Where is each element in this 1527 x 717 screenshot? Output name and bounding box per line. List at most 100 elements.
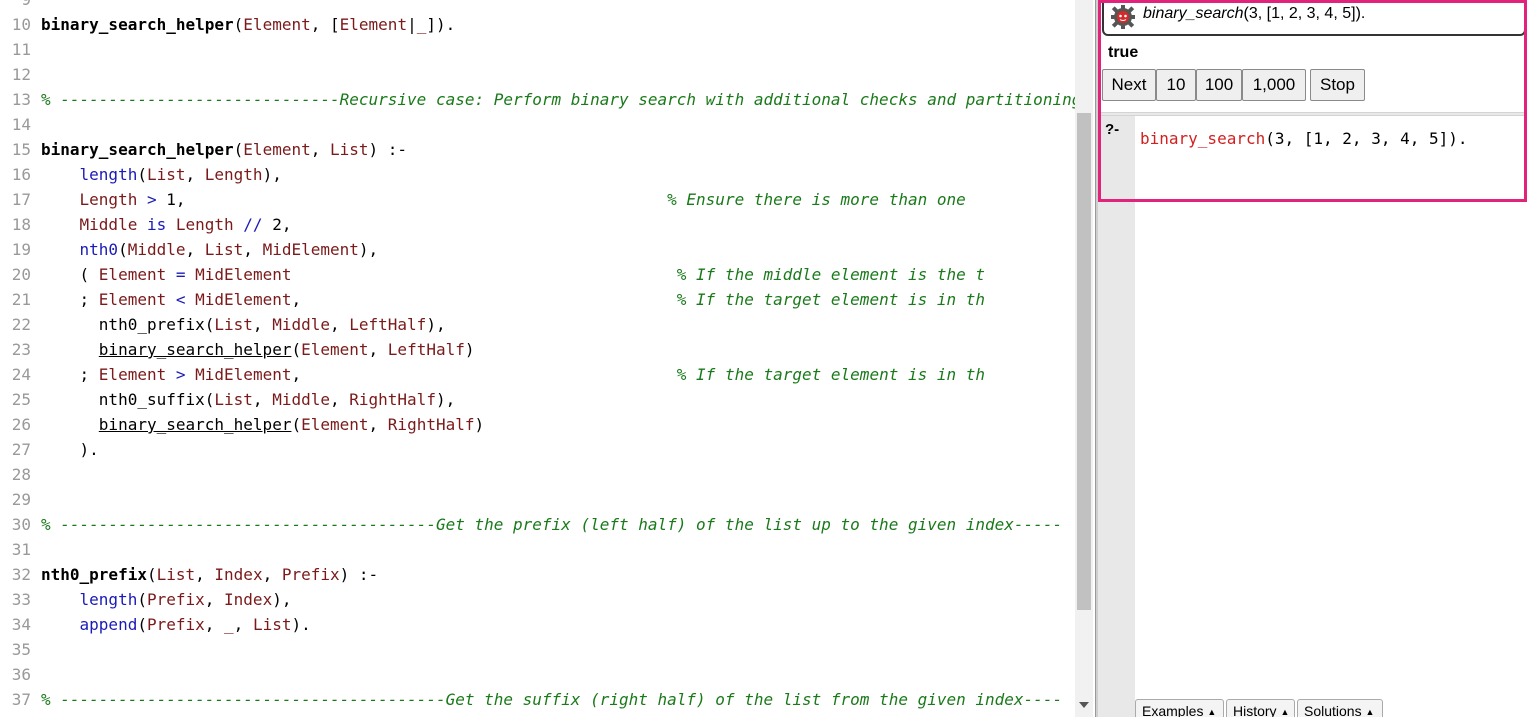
next-100-button[interactable]: 100 xyxy=(1196,69,1242,101)
scrollbar-thumb[interactable] xyxy=(1077,113,1091,610)
code-token: List xyxy=(146,165,186,184)
code-token: , xyxy=(204,615,225,634)
code-token: MidElement xyxy=(195,290,292,309)
gear-icon[interactable] xyxy=(1110,4,1136,30)
code-token: nth0_prefix xyxy=(41,565,147,584)
code-line[interactable]: 23 binary_search_helper(Element, LeftHal… xyxy=(0,337,1075,362)
code-line[interactable]: 11 xyxy=(0,37,1075,62)
code-token: List xyxy=(156,565,196,584)
line-number: 22 xyxy=(11,315,31,334)
caret-up-icon: ▲ xyxy=(1365,707,1375,717)
code-token: , xyxy=(368,415,388,434)
code-token: ) :- xyxy=(339,565,379,584)
code-line[interactable]: 24 ; Element > MidElement, % If the targ… xyxy=(0,362,1075,387)
line-number: 35 xyxy=(11,640,31,659)
code-line[interactable]: 30 % ------------------------------------… xyxy=(0,512,1075,537)
code-token: _ xyxy=(224,615,234,634)
code-link[interactable]: binary_search_helper xyxy=(99,415,292,434)
code-line[interactable]: 36 xyxy=(0,662,1075,687)
code-line[interactable]: 13 % -----------------------------Recursi… xyxy=(0,87,1075,112)
tab-examples[interactable]: Examples ▲ xyxy=(1135,699,1224,717)
code-token: ( xyxy=(291,340,302,359)
scroll-down-arrow-icon[interactable] xyxy=(1079,702,1089,708)
code-token: Middle xyxy=(79,215,138,234)
next-10-button[interactable]: 10 xyxy=(1156,69,1196,101)
code-token: > xyxy=(166,365,196,384)
code-line[interactable]: 37 % ------------------------------------… xyxy=(0,687,1075,712)
code-token: Element xyxy=(301,340,369,359)
code-line[interactable]: 25 nth0_suffix(List, Middle, RightHalf), xyxy=(0,387,1075,412)
code-token: append xyxy=(79,615,138,634)
code-text: % --------------------------------------… xyxy=(41,512,1062,537)
next-1000-button[interactable]: 1,000 xyxy=(1242,69,1306,101)
code-line[interactable]: 34 append(Prefix, _, List). xyxy=(0,612,1075,637)
code-link[interactable]: binary_search_helper xyxy=(99,340,292,359)
editor-scrollbar[interactable] xyxy=(1075,0,1093,717)
code-token: Index xyxy=(224,590,273,609)
code-token: nth0 xyxy=(79,240,119,259)
code-line[interactable]: 29 xyxy=(0,487,1075,512)
code-line[interactable]: 33 length(Prefix, Index), xyxy=(0,587,1075,612)
code-line[interactable]: 35 xyxy=(0,637,1075,662)
panel-separator[interactable] xyxy=(1098,112,1527,116)
code-line[interactable]: 16 length(List, Length), xyxy=(0,162,1075,187)
code-token: List xyxy=(214,315,253,334)
line-number: 13 xyxy=(11,90,31,109)
code-line[interactable]: 28 xyxy=(0,462,1075,487)
code-comment: % If the middle element is the t xyxy=(676,265,986,284)
query-title: binary_search(3, [1, 2, 3, 4, 5]). xyxy=(1143,5,1365,23)
code-text: length(List, Length), xyxy=(41,162,282,187)
code-token: Element xyxy=(98,365,167,384)
code-text: Middle is Length // 2, xyxy=(41,212,292,237)
console-gutter xyxy=(1098,116,1135,717)
code-token: length xyxy=(79,590,138,609)
line-number: 28 xyxy=(11,465,31,484)
code-editor[interactable]: 910binary_search_helper(Element, [Elemen… xyxy=(0,0,1075,717)
code-token: LeftHalf xyxy=(349,315,427,334)
code-line[interactable]: 32 nth0_prefix(List, Index, Prefix) :- xyxy=(0,562,1075,587)
code-token: Middle xyxy=(272,390,330,409)
code-token: , [ xyxy=(310,15,340,34)
code-line[interactable]: 15 binary_search_helper(Element, List) :- xyxy=(0,137,1075,162)
code-token: Length xyxy=(175,215,234,234)
code-text: binary_search_helper(Element, LeftHalf) xyxy=(41,337,475,362)
tab-history[interactable]: History ▲ xyxy=(1226,699,1295,717)
line-number: 17 xyxy=(11,190,31,209)
code-text: % --------------------------------------… xyxy=(41,687,1062,712)
code-line[interactable]: 26 binary_search_helper(Element, RightHa… xyxy=(0,412,1075,437)
query-input[interactable]: binary_search(3, [1, 2, 3, 4, 5]). xyxy=(1140,129,1468,148)
code-line[interactable]: 9 xyxy=(0,0,1075,12)
line-number: 24 xyxy=(11,365,31,384)
code-line[interactable]: 10 binary_search_helper(Element, [Element… xyxy=(0,12,1075,37)
code-token: // xyxy=(233,215,273,234)
code-line[interactable]: 22 nth0_prefix(List, Middle, LeftHalf), xyxy=(0,312,1075,337)
stop-button[interactable]: Stop xyxy=(1310,69,1365,101)
code-line[interactable]: 31 xyxy=(0,537,1075,562)
line-number: 33 xyxy=(11,590,31,609)
code-text: binary_search_helper(Element, [Element|_… xyxy=(41,12,455,37)
code-token: ( xyxy=(291,415,302,434)
code-token: ( xyxy=(233,140,244,159)
code-line[interactable]: 14 xyxy=(0,112,1075,137)
code-token: 2, xyxy=(272,215,292,234)
answer-result: true xyxy=(1108,44,1139,61)
tab-solutions[interactable]: Solutions ▲ xyxy=(1297,699,1383,717)
line-number: 20 xyxy=(11,265,31,284)
code-line[interactable]: 17 Length > 1, % Ensure there is more th… xyxy=(0,187,1075,212)
code-line[interactable]: 20 ( Element = MidElement % If the middl… xyxy=(0,262,1075,287)
code-line[interactable]: 19 nth0(Middle, List, MidElement), xyxy=(0,237,1075,262)
code-line[interactable]: 21 ; Element < MidElement, % If the targ… xyxy=(0,287,1075,312)
code-token: MidElement xyxy=(195,365,292,384)
code-line[interactable]: 18 Middle is Length // 2, xyxy=(0,212,1075,237)
code-line[interactable]: 12 xyxy=(0,62,1075,87)
code-token: , xyxy=(233,615,253,634)
code-line[interactable]: 27 ). xyxy=(0,437,1075,462)
line-number: 12 xyxy=(11,65,31,84)
line-number: 11 xyxy=(11,40,31,59)
code-token: , xyxy=(329,315,350,334)
code-text: nth0(Middle, List, MidElement), xyxy=(41,237,379,262)
next-button[interactable]: Next xyxy=(1102,69,1156,101)
code-token: Middle xyxy=(272,315,330,334)
code-token: ), xyxy=(358,240,379,259)
